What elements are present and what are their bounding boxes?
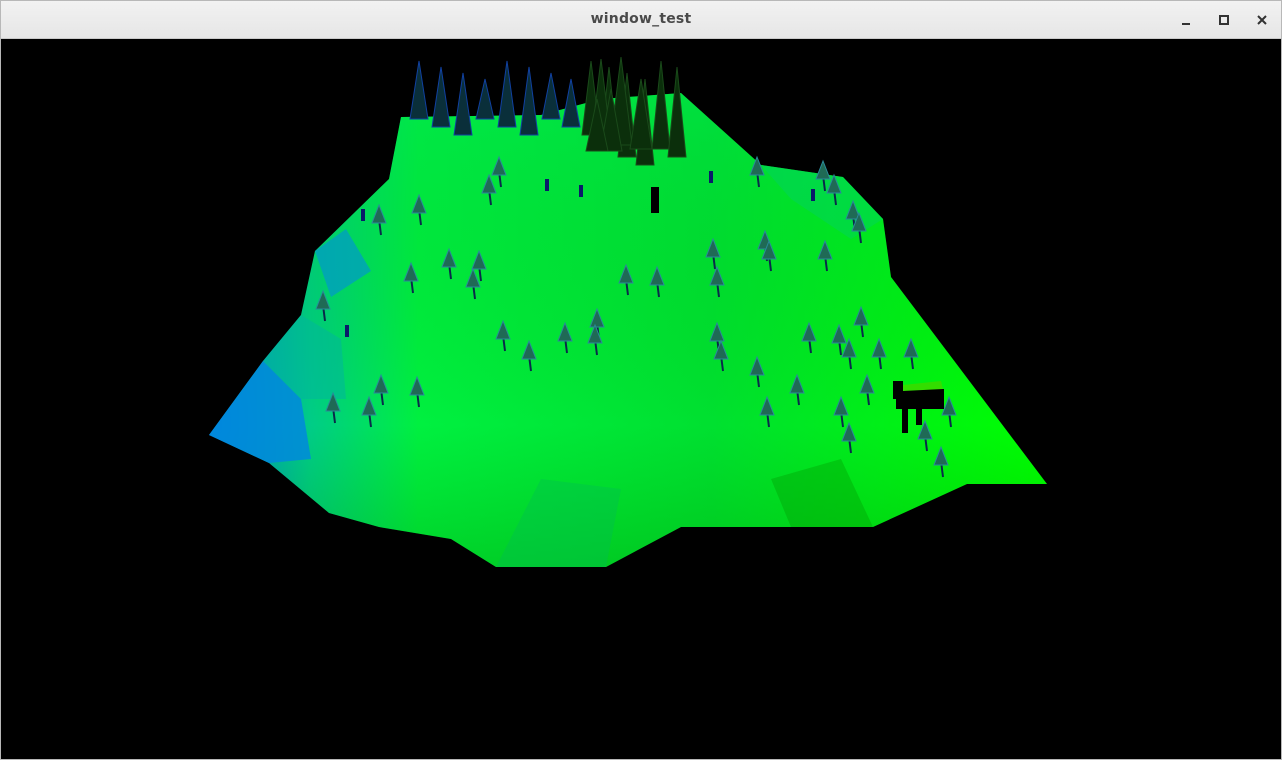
window-title: window_test (590, 11, 692, 27)
minimize-icon (1182, 23, 1190, 25)
conifer-tree (431, 66, 451, 128)
minimize-button[interactable] (1175, 9, 1197, 31)
conifer-tree (453, 72, 473, 136)
conifer-tree (409, 60, 429, 120)
post (361, 209, 365, 221)
conifer-tree (497, 60, 517, 128)
title-bar[interactable]: window_test (1, 1, 1281, 39)
close-button[interactable] (1251, 9, 1273, 31)
post (709, 171, 713, 183)
conifer-tree (561, 78, 581, 128)
post (345, 325, 349, 337)
terrain-scene (209, 56, 1047, 567)
terrain-shading (209, 93, 1047, 567)
maximize-button[interactable] (1213, 9, 1235, 31)
app-window: window_test (0, 0, 1282, 760)
maximize-icon (1219, 15, 1229, 25)
dark-pillar (651, 187, 659, 213)
conifer-tree (519, 66, 539, 136)
render-viewport[interactable] (1, 39, 1281, 759)
post (811, 189, 815, 201)
conifer-tree (541, 72, 561, 120)
post (579, 185, 583, 197)
close-icon (1257, 15, 1267, 25)
post (545, 179, 549, 191)
conifer-tree (475, 78, 495, 120)
